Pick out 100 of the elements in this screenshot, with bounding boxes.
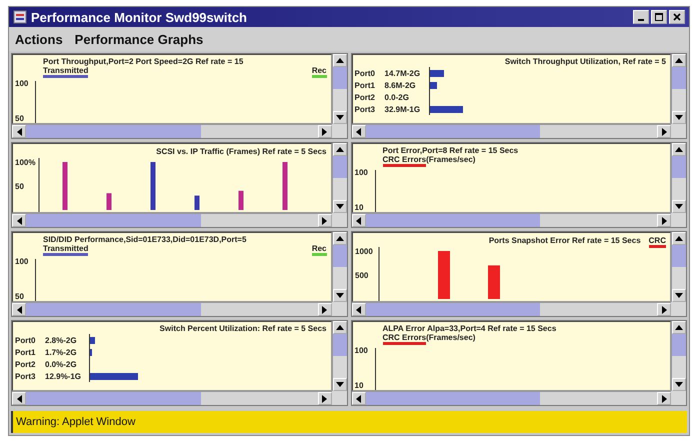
- port-label: Port2: [354, 92, 376, 102]
- scroll-right-icon[interactable]: [657, 125, 671, 138]
- axis-label: 50: [15, 114, 25, 123]
- scroll-left-icon[interactable]: [352, 392, 366, 405]
- scroll-thumb[interactable]: [332, 334, 346, 356]
- vertical-scrollbar[interactable]: [332, 232, 346, 302]
- scroll-thumb[interactable]: [26, 214, 201, 227]
- axis-label: 100: [15, 257, 30, 266]
- scroll-up-icon[interactable]: [672, 54, 686, 67]
- scroll-thumb[interactable]: [332, 245, 346, 267]
- horizontal-scrollbar[interactable]: [352, 124, 671, 138]
- scroll-thumb[interactable]: [332, 156, 346, 178]
- scroll-left-icon[interactable]: [352, 125, 366, 138]
- axis-label: 100: [15, 79, 30, 88]
- axis-label: 100%: [15, 158, 36, 167]
- minimize-button[interactable]: [633, 10, 649, 24]
- scroll-right-icon[interactable]: [318, 214, 332, 227]
- scroll-right-icon[interactable]: [657, 214, 671, 227]
- scroll-down-icon[interactable]: [672, 200, 686, 213]
- legend-label: Transmitted: [43, 66, 88, 78]
- vertical-scrollbar[interactable]: [332, 321, 346, 391]
- legend-label: Transmitted: [43, 244, 88, 256]
- scroll-up-icon[interactable]: [332, 143, 346, 156]
- scroll-up-icon[interactable]: [672, 143, 686, 156]
- legend-label: Rec: [312, 66, 326, 78]
- axis-label: 100: [354, 346, 369, 355]
- vertical-scrollbar[interactable]: [671, 143, 686, 213]
- scroll-thumb[interactable]: [26, 125, 201, 138]
- horizontal-scrollbar[interactable]: [12, 391, 332, 405]
- y-axis: [374, 170, 376, 212]
- scroll-right-icon[interactable]: [318, 125, 332, 138]
- scroll-up-icon[interactable]: [332, 232, 346, 245]
- port-value: 8.6M-2G: [384, 80, 417, 90]
- port-value: 1.7%-2G: [45, 348, 78, 356]
- scroll-down-icon[interactable]: [332, 378, 346, 391]
- scroll-thumb[interactable]: [366, 303, 540, 316]
- close-button[interactable]: [669, 10, 685, 24]
- scroll-right-icon[interactable]: [657, 303, 671, 316]
- app-icon: [13, 10, 27, 24]
- scroll-left-icon[interactable]: [12, 214, 26, 227]
- port-value: 14.7M-2G: [384, 68, 422, 78]
- menu-item[interactable]: Performance Graphs: [72, 32, 206, 46]
- scroll-thumb[interactable]: [672, 67, 686, 89]
- scroll-left-icon[interactable]: [352, 214, 366, 227]
- scroll-thumb[interactable]: [366, 125, 540, 138]
- legend-label: CRC Errors(Frames/sec): [382, 333, 476, 345]
- scroll-right-icon[interactable]: [318, 392, 332, 405]
- graph-title: Ports Snapshot Error Ref rate = 15 Secs: [488, 236, 641, 245]
- scroll-down-icon[interactable]: [672, 289, 686, 302]
- horizontal-scrollbar[interactable]: [352, 302, 671, 316]
- scroll-thumb[interactable]: [672, 334, 686, 356]
- scroll-down-icon[interactable]: [332, 289, 346, 302]
- scroll-thumb[interactable]: [672, 245, 686, 267]
- horizontal-scrollbar[interactable]: [12, 213, 332, 227]
- scroll-down-icon[interactable]: [332, 200, 346, 213]
- graph-title: SCSI vs. IP Traffic (Frames) Ref rate = 5 Secs: [156, 147, 326, 156]
- vertical-scrollbar[interactable]: [671, 54, 686, 124]
- scroll-thumb[interactable]: [26, 303, 201, 316]
- scroll-left-icon[interactable]: [12, 392, 26, 405]
- scroll-thumb[interactable]: [26, 392, 201, 405]
- scroll-left-icon[interactable]: [12, 125, 26, 138]
- scroll-thumb[interactable]: [366, 214, 540, 227]
- scroll-right-icon[interactable]: [318, 303, 332, 316]
- port-value: 12.9%-1G: [45, 372, 82, 380]
- scroll-up-icon[interactable]: [332, 321, 346, 334]
- legend-label: Rec: [312, 244, 326, 256]
- port-value: 0.0%-2G: [45, 360, 78, 368]
- scroll-left-icon[interactable]: [12, 303, 26, 316]
- vertical-scrollbar[interactable]: [332, 143, 346, 213]
- horizontal-scrollbar[interactable]: [352, 391, 671, 405]
- legend-label: CRC Errors(Frames/sec): [382, 155, 476, 167]
- scroll-left-icon[interactable]: [352, 303, 366, 316]
- horizontal-scrollbar[interactable]: [12, 124, 332, 138]
- axis-label: 10: [354, 381, 364, 390]
- scroll-thumb[interactable]: [332, 67, 346, 89]
- y-axis: [38, 158, 40, 212]
- y-axis: [374, 348, 376, 390]
- scroll-down-icon[interactable]: [672, 111, 686, 124]
- scroll-thumb[interactable]: [366, 392, 540, 405]
- scroll-up-icon[interactable]: [332, 54, 346, 67]
- scroll-down-icon[interactable]: [332, 111, 346, 124]
- vertical-scrollbar[interactable]: [332, 54, 346, 124]
- scroll-right-icon[interactable]: [657, 392, 671, 405]
- axis-label: 10: [354, 203, 364, 212]
- vertical-scrollbar[interactable]: [671, 321, 686, 391]
- maximize-button[interactable]: [651, 10, 667, 24]
- scroll-down-icon[interactable]: [672, 378, 686, 391]
- port-value: 2.8%-2G: [45, 336, 78, 344]
- scroll-up-icon[interactable]: [672, 321, 686, 334]
- menu-item[interactable]: Actions: [13, 32, 65, 46]
- scroll-up-icon[interactable]: [672, 232, 686, 245]
- axis-label: 100: [354, 168, 369, 177]
- horizontal-scrollbar[interactable]: [12, 302, 332, 316]
- horizontal-scrollbar[interactable]: [352, 213, 671, 227]
- vertical-scrollbar[interactable]: [671, 232, 686, 302]
- port-label: Port2: [15, 360, 36, 368]
- graph-title: Port Throughput,Port=2 Port Speed=2G Ref rate = 15: [43, 57, 244, 66]
- scroll-thumb[interactable]: [672, 156, 686, 178]
- axis-label: 50: [15, 292, 25, 301]
- y-axis: [378, 246, 379, 301]
